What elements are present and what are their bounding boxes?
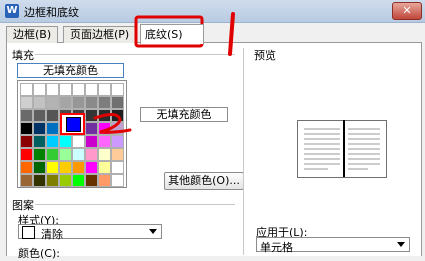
color-swatch[interactable]	[72, 161, 85, 174]
color-swatch[interactable]	[46, 96, 59, 109]
close-button[interactable]: ✕	[392, 2, 422, 20]
color-swatch[interactable]	[72, 148, 85, 161]
color-swatch[interactable]	[98, 122, 111, 135]
color-swatch[interactable]	[85, 96, 98, 109]
color-swatch[interactable]	[20, 83, 33, 96]
color-swatch[interactable]	[20, 109, 33, 122]
color-swatch[interactable]	[20, 122, 33, 135]
color-swatch[interactable]	[46, 109, 59, 122]
color-swatch[interactable]	[46, 148, 59, 161]
other-colors-button[interactable]: 其他颜色(O)...	[164, 172, 244, 190]
color-swatch[interactable]	[111, 122, 124, 135]
color-swatch[interactable]	[85, 148, 98, 161]
tab-page-border[interactable]: 页面边框(P)	[63, 26, 137, 43]
color-swatch[interactable]	[111, 161, 124, 174]
color-swatch[interactable]	[85, 174, 98, 187]
color-swatch[interactable]	[33, 96, 46, 109]
apply-to-value: 单元格	[260, 241, 293, 254]
color-swatch[interactable]	[98, 174, 111, 187]
color-swatch[interactable]	[33, 109, 46, 122]
preview-page	[297, 120, 387, 178]
style-value: 清除	[41, 228, 63, 241]
color-swatch[interactable]	[98, 135, 111, 148]
color-swatch[interactable]	[85, 161, 98, 174]
tab-border[interactable]: 边框(B)	[6, 26, 59, 43]
color-swatch[interactable]	[111, 83, 124, 96]
color-swatch[interactable]	[98, 148, 111, 161]
color-swatch[interactable]	[20, 96, 33, 109]
panel-divider	[243, 48, 244, 255]
color-swatch[interactable]	[33, 148, 46, 161]
pattern-group-label: 图案	[12, 199, 34, 212]
color-swatch[interactable]	[72, 83, 85, 96]
color-swatch[interactable]	[59, 148, 72, 161]
color-swatch[interactable]	[20, 148, 33, 161]
color-swatch[interactable]	[85, 135, 98, 148]
color-swatch[interactable]	[33, 135, 46, 148]
color-swatch[interactable]	[72, 174, 85, 187]
fill-divider	[35, 54, 235, 55]
color-swatch[interactable]	[59, 174, 72, 187]
color-swatch[interactable]	[33, 83, 46, 96]
preview-lines	[304, 128, 380, 170]
color-swatch[interactable]	[59, 161, 72, 174]
color-swatch[interactable]	[72, 96, 85, 109]
color-swatch[interactable]	[33, 122, 46, 135]
color-swatch[interactable]	[33, 174, 46, 187]
color-swatch[interactable]	[111, 109, 124, 122]
color-swatch[interactable]	[46, 122, 59, 135]
color-swatch[interactable]	[59, 83, 72, 96]
style-swatch	[22, 226, 35, 239]
color-swatch[interactable]	[20, 174, 33, 187]
app-icon: W	[5, 4, 19, 18]
chevron-down-icon	[149, 229, 157, 234]
chevron-down-icon	[397, 242, 405, 247]
color-swatch[interactable]	[46, 83, 59, 96]
color-swatch[interactable]	[72, 135, 85, 148]
color-swatch[interactable]	[111, 135, 124, 148]
tab-shading[interactable]: 底纹(S)	[140, 24, 204, 44]
style-dropdown[interactable]: 清除	[18, 224, 162, 241]
color-swatch[interactable]	[59, 96, 72, 109]
color-swatch[interactable]	[59, 135, 72, 148]
color-swatch[interactable]	[46, 135, 59, 148]
color-swatch[interactable]	[85, 109, 98, 122]
no-fill-button[interactable]: 无填充颜色	[17, 63, 124, 78]
color-swatch[interactable]	[20, 161, 33, 174]
color-swatch[interactable]	[111, 148, 124, 161]
color-swatch[interactable]	[98, 96, 111, 109]
pattern-divider	[35, 204, 235, 205]
preview-label: 预览	[254, 49, 276, 62]
color-swatch[interactable]	[111, 174, 124, 187]
fill-group-label: 填充	[12, 49, 34, 62]
selected-color-swatch[interactable]	[66, 117, 81, 132]
color-swatch[interactable]	[20, 135, 33, 148]
color-swatch[interactable]	[98, 109, 111, 122]
selected-color-name: 无填充颜色	[140, 107, 228, 122]
window-title: 边框和底纹	[24, 6, 79, 19]
color-swatch[interactable]	[33, 161, 46, 174]
apply-to-dropdown[interactable]: 单元格	[256, 237, 410, 254]
color-swatch[interactable]	[98, 83, 111, 96]
pattern-color-label: 颜色(C):	[18, 247, 60, 260]
color-swatch[interactable]	[46, 161, 59, 174]
color-swatch[interactable]	[85, 83, 98, 96]
preview-cell-divider	[343, 120, 345, 177]
color-swatch[interactable]	[85, 122, 98, 135]
color-swatch[interactable]	[46, 174, 59, 187]
color-swatch[interactable]	[111, 96, 124, 109]
color-swatch[interactable]	[98, 161, 111, 174]
